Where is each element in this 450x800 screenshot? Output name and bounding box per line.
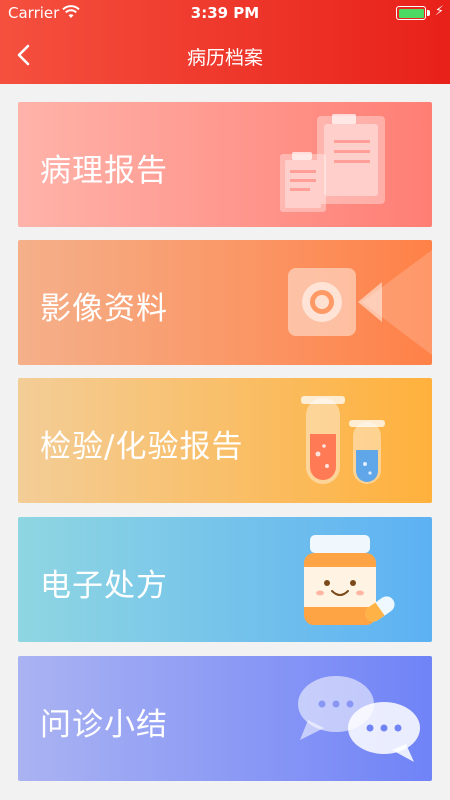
card-label: 病理报告 <box>40 153 168 189</box>
status-time: 3:39 PM <box>190 4 260 22</box>
documents-icon <box>280 114 385 212</box>
test-tubes-icon <box>301 396 385 484</box>
medicine-bottle-icon <box>304 535 395 625</box>
card-e-prescription[interactable]: 电子处方 <box>18 517 432 642</box>
card-imaging-data[interactable]: 影像资料 <box>18 240 432 365</box>
battery-level <box>398 8 424 18</box>
card-label: 问诊小结 <box>40 707 168 743</box>
nav-bar: 病历档案 <box>0 26 450 84</box>
card-consultation-summary[interactable]: 问诊小结 <box>18 656 432 781</box>
battery-icon <box>396 6 426 20</box>
card-label: 影像资料 <box>40 291 168 327</box>
page-title: 病历档案 <box>186 47 263 69</box>
chat-bubbles-icon <box>298 676 420 762</box>
card-label: 检验/化验报告 <box>40 429 244 465</box>
battery-tip <box>427 10 430 16</box>
status-bar: Carrier 3:39 PM ⚡ <box>0 0 450 26</box>
header: Carrier 3:39 PM ⚡ 病历档案 <box>0 0 450 84</box>
card-lab-test-report[interactable]: 检验/化验报告 <box>18 378 432 503</box>
charging-icon: ⚡ <box>434 4 444 19</box>
card-label: 电子处方 <box>40 568 168 604</box>
video-camera-icon <box>288 250 432 355</box>
card-pathology-report[interactable]: 病理报告 <box>18 102 432 227</box>
